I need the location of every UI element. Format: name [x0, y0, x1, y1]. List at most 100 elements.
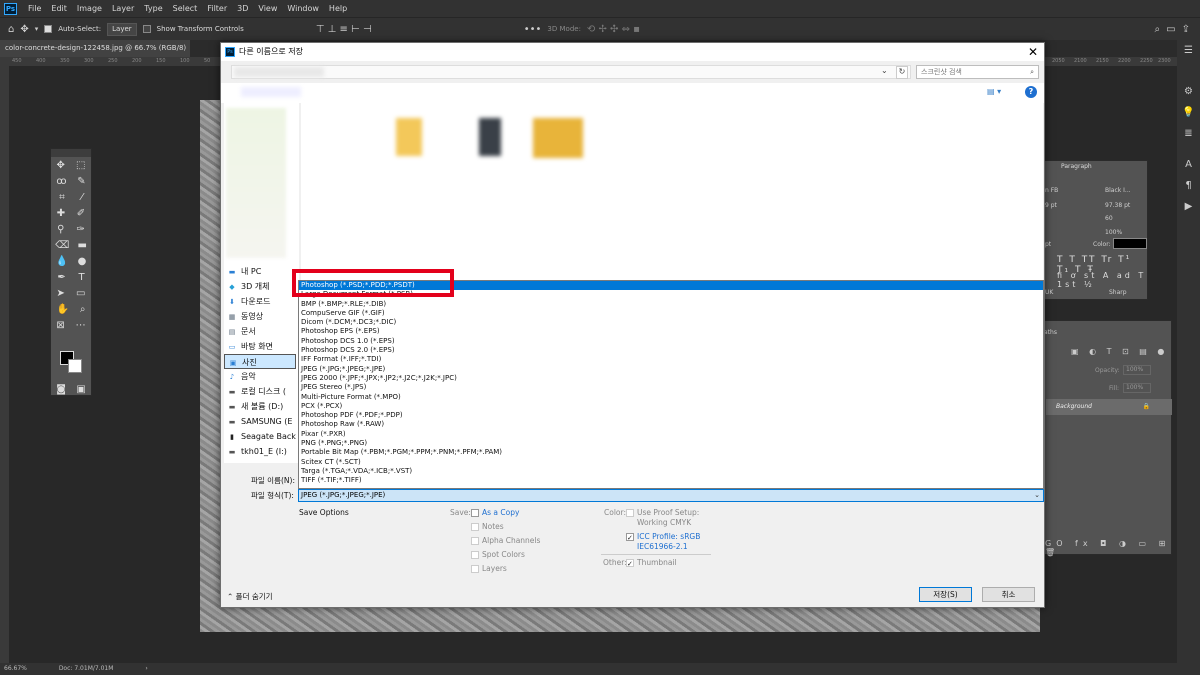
marquee-tool-icon[interactable]: ⬚ [76, 160, 85, 171]
menu-select[interactable]: Select [168, 4, 203, 13]
blur-tool-icon[interactable]: 💧 [56, 256, 68, 267]
address-bar[interactable] [231, 65, 911, 79]
crop-tool-icon[interactable]: ⌗ [59, 192, 65, 203]
menu-edit[interactable]: Edit [46, 4, 72, 13]
nav-item-desktop[interactable]: ▭ 바탕 화면 [227, 339, 299, 354]
filetype-option[interactable]: PCX (*.PCX) [299, 402, 1043, 411]
menu-image[interactable]: Image [72, 4, 107, 13]
background-color-swatch[interactable] [68, 359, 82, 373]
learn-icon[interactable]: 💡 [1177, 102, 1200, 123]
antialias-field[interactable]: Sharp [1109, 289, 1127, 296]
nav-item-downloads[interactable]: ⬇ 다운로드 [227, 294, 299, 309]
nav-item-network-i[interactable]: ▬ tkh01_E (I:) [227, 444, 299, 459]
quick-select-icon[interactable]: ✎ [77, 176, 85, 187]
font-style-field[interactable]: Black I... [1105, 187, 1131, 194]
filetype-select[interactable]: JPEG (*.JPG;*.JPEG;*.JPE) ⌄ [298, 489, 1044, 502]
lasso-tool-icon[interactable]: ꝏ [56, 176, 66, 187]
tools-panel-header[interactable] [51, 149, 91, 157]
filetype-option[interactable]: BMP (*.BMP;*.RLE;*.DIB) [299, 300, 1043, 309]
hand-tool-icon[interactable]: ✋ [56, 304, 68, 315]
filetype-option[interactable]: Photoshop DCS 1.0 (*.EPS) [299, 337, 1043, 346]
paragraph-icon[interactable]: ¶ [1177, 175, 1200, 196]
zoom-level[interactable]: 66.67% [4, 665, 27, 672]
brush-tool-icon[interactable]: ✐ [77, 208, 85, 219]
icc-profile-option[interactable]: ICC Profile: sRGB [626, 532, 700, 541]
filetype-option[interactable]: PNG (*.PNG;*.PNG) [299, 439, 1043, 448]
document-tab[interactable]: color-concrete-design-122458.jpg @ 66.7%… [0, 40, 190, 69]
as-copy-checkbox[interactable] [471, 509, 479, 517]
history-icon[interactable]: ☰ [1177, 40, 1200, 61]
folder-thumbnail[interactable] [396, 118, 422, 156]
filetype-option[interactable]: IFF Format (*.IFF;*.TDI) [299, 355, 1043, 364]
history-brush-icon[interactable]: ✑ [77, 224, 85, 235]
search-input[interactable]: 스크린샷 검색 ⌕ [916, 65, 1039, 79]
menu-3d[interactable]: 3D [232, 4, 253, 13]
menu-file[interactable]: File [23, 4, 46, 13]
filetype-option[interactable]: Targa (*.TGA;*.VDA;*.ICB;*.VST) [299, 467, 1043, 476]
zoom-tool-icon[interactable]: ⌕ [80, 304, 86, 315]
filetype-option[interactable]: Pixar (*.PXR) [299, 430, 1043, 439]
dodge-tool-icon[interactable]: ● [78, 256, 87, 267]
nav-item-local-disk[interactable]: ▬ 로컬 디스크 ( [227, 384, 299, 399]
chevron-down-icon[interactable]: ▾ [35, 25, 39, 33]
filetype-option[interactable]: Photoshop EPS (*.EPS) [299, 327, 1043, 336]
tab-paths[interactable]: aths [1044, 329, 1057, 336]
layer-row-background[interactable]: Background 🔒 [1046, 399, 1172, 415]
font-size-field[interactable]: 9 pt [1045, 202, 1057, 209]
font-family-field[interactable]: n FB [1045, 187, 1058, 194]
shape-tool-icon[interactable]: ▭ [76, 288, 85, 299]
healing-brush-icon[interactable]: ✚ [57, 208, 65, 219]
menu-filter[interactable]: Filter [202, 4, 232, 13]
nav-item-pc[interactable]: ▬ 내 PC [227, 264, 299, 279]
character-icon[interactable]: A [1177, 154, 1200, 175]
chevron-right-icon[interactable]: › [145, 665, 147, 672]
adjustments-icon[interactable]: ⚙ [1177, 81, 1200, 102]
search-icon[interactable]: ⌕ [1155, 24, 1161, 35]
layer-select[interactable]: Layer [107, 22, 137, 36]
folder-thumbnail[interactable] [533, 118, 583, 158]
frame-tool-icon[interactable]: ⊠ [56, 320, 64, 331]
view-options-icon[interactable]: ▤ ▾ [987, 87, 1001, 96]
scale-field[interactable]: 100% [1105, 229, 1122, 236]
pen-tool-icon[interactable]: ✒ [57, 272, 65, 283]
dialog-titlebar[interactable]: Ps 다른 이름으로 저장 ✕ [221, 43, 1044, 61]
move-tool-icon[interactable]: ✥ [20, 24, 28, 35]
screen-mode-icon[interactable]: ▣ [76, 384, 85, 395]
filetype-option[interactable]: Scitex CT (*.SCT) [299, 458, 1043, 467]
move-tool-icon[interactable]: ✥ [57, 160, 65, 171]
filetype-option[interactable]: Photoshop PDF (*.PDF;*.PDP) [299, 411, 1043, 420]
layer-filter-icons[interactable]: ▣ ◐ T ⊡ ▤ ● [1071, 347, 1168, 356]
play-icon[interactable]: ▶ [1177, 196, 1200, 217]
eraser-icon[interactable]: ⌫ [55, 240, 69, 251]
filetype-option[interactable]: JPEG Stereo (*.JPS) [299, 383, 1043, 392]
tracking-field[interactable]: 60 [1105, 215, 1113, 222]
help-icon[interactable]: ? [1025, 86, 1037, 98]
path-select-icon[interactable]: ➤ [57, 288, 65, 299]
nav-item-volume-d[interactable]: ▬ 새 볼륨 (D:) [227, 399, 299, 414]
clone-stamp-icon[interactable]: ⚲ [57, 224, 64, 235]
filetype-option[interactable]: Photoshop Raw (*.RAW) [299, 420, 1043, 429]
filetype-option[interactable]: Multi-Picture Format (*.MPO) [299, 393, 1043, 402]
nav-item-pictures[interactable]: ▣ 사진 [224, 354, 296, 369]
eyedropper-icon[interactable]: ⁄ [81, 192, 83, 203]
chevron-down-icon[interactable]: ⌄ [881, 66, 888, 75]
properties-icon[interactable]: ≣ [1177, 123, 1200, 144]
close-icon[interactable]: ✕ [1028, 43, 1038, 61]
filetype-option[interactable]: Dicom (*.DCM;*.DC3;*.DIC) [299, 318, 1043, 327]
fill-field[interactable]: 100% [1123, 383, 1151, 393]
menu-type[interactable]: Type [139, 4, 167, 13]
baseline-field[interactable]: pt [1045, 241, 1051, 248]
folder-thumbnail[interactable] [479, 118, 501, 156]
opentype-icons[interactable]: ﬁ ơ st A ad T 1st ½ [1057, 271, 1147, 289]
cancel-button[interactable]: 취소 [982, 587, 1035, 602]
save-button[interactable]: 저장(S) [919, 587, 972, 602]
gradient-tool-icon[interactable]: ▬ [77, 240, 86, 251]
nav-item-music[interactable]: ♪ 음악 [227, 369, 299, 384]
nav-item-samsung[interactable]: ▬ SAMSUNG (E [227, 414, 299, 429]
nav-item-documents[interactable]: ▤ 문서 [227, 324, 299, 339]
hide-folders-toggle[interactable]: ⌃ 폴더 숨기기 [227, 591, 273, 602]
filetype-option[interactable]: CompuServe GIF (*.GIF) [299, 309, 1043, 318]
menu-help[interactable]: Help [324, 4, 352, 13]
search-icon[interactable]: ⌕ [1030, 66, 1034, 78]
home-icon[interactable]: ⌂ [8, 24, 14, 35]
